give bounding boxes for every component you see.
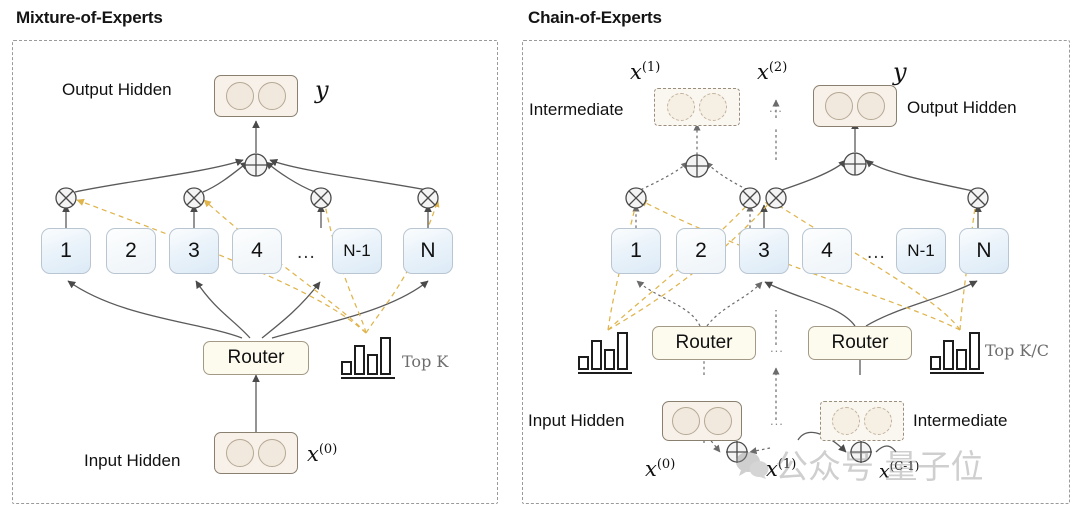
moe-output-hidden-box (214, 75, 298, 117)
barchart-bar (943, 340, 954, 370)
moe-input-math-label: x(0) (307, 442, 338, 466)
expert-label: 1 (630, 239, 642, 262)
barchart-baseline (930, 371, 984, 374)
coe-output-hidden-label: Output Hidden (907, 98, 1017, 117)
coe-expert-1[interactable]: 1 (611, 228, 661, 274)
barchart-baseline (341, 376, 395, 379)
hidden-dot (226, 439, 254, 467)
expert-label: 2 (695, 239, 707, 262)
moe-expert-1[interactable]: 1 (41, 228, 91, 274)
coe-top-ellipsis: ... (769, 100, 783, 115)
coe-x2-math-label: x(2) (757, 60, 788, 84)
router-label: Router (831, 332, 889, 353)
expert-label: 3 (758, 239, 770, 262)
moe-expert-4[interactable]: 4 (232, 228, 282, 274)
expert-label: 2 (125, 239, 137, 262)
coe-output-math-label: y (893, 58, 907, 86)
watermark: 公众号 量子位 (735, 440, 984, 488)
expert-label: N-1 (907, 241, 935, 260)
coe-topk-label: Top K/C (985, 341, 1049, 360)
coe-router-right[interactable]: Router (808, 326, 912, 360)
coe-expert-2[interactable]: 2 (676, 228, 726, 274)
expert-label: N-1 (343, 241, 371, 260)
moe-input-hidden-label: Input Hidden (84, 451, 181, 470)
coe-intermediate-bottom-box (820, 401, 904, 441)
coe-topk-barchart-icon-right (930, 330, 984, 374)
barchart-baseline (578, 371, 632, 374)
coe-expert-n-minus-1[interactable]: N-1 (896, 228, 946, 274)
coe-x1-math-label: x(1) (630, 60, 661, 84)
hidden-dot (857, 92, 885, 120)
router-label: Router (675, 332, 733, 353)
barchart-bar (604, 349, 615, 370)
wechat-icon (735, 449, 769, 479)
barchart-bar (367, 354, 378, 375)
coe-input-hidden-box (662, 401, 742, 441)
hidden-dot (226, 82, 254, 110)
moe-topk-barchart-icon (341, 335, 395, 379)
coe-intermediate-bottom-label: Intermediate (913, 411, 1008, 430)
expert-label: 1 (60, 239, 72, 262)
barchart-bar (930, 356, 941, 370)
moe-output-hidden-label: Output Hidden (62, 80, 172, 99)
coe-experts-ellipsis: ... (867, 242, 886, 263)
coe-router-left[interactable]: Router (652, 326, 756, 360)
moe-expert-2[interactable]: 2 (106, 228, 156, 274)
coe-expert-4[interactable]: 4 (802, 228, 852, 274)
moe-router[interactable]: Router (203, 341, 309, 375)
watermark-text: 公众号 量子位 (775, 447, 984, 486)
coe-expert-n[interactable]: N (959, 228, 1009, 274)
hidden-dot (832, 407, 860, 435)
moe-topk-label: Top K (402, 352, 449, 371)
barchart-bar (591, 340, 602, 370)
expert-label: N (976, 239, 992, 262)
barchart-bar (380, 337, 391, 375)
router-label: Router (227, 347, 285, 368)
hidden-dot (667, 93, 695, 121)
moe-experts-ellipsis: ... (297, 242, 316, 263)
barchart-bar (578, 356, 589, 370)
coe-expert-3[interactable]: 3 (739, 228, 789, 274)
panel-title-chain-of-experts: Chain-of-Experts (528, 8, 662, 27)
coe-mid-ellipsis: ... (770, 340, 784, 355)
coe-output-hidden-box (813, 85, 897, 127)
coe-intermediate-top-label: Intermediate (529, 100, 624, 119)
coe-x0-math-label: x(0) (645, 457, 676, 481)
hidden-dot (699, 93, 727, 121)
hidden-dot (825, 92, 853, 120)
barchart-bar (969, 332, 980, 370)
hidden-dot (258, 82, 286, 110)
barchart-bar (617, 332, 628, 370)
moe-expert-n[interactable]: N (403, 228, 453, 274)
moe-input-hidden-box (214, 432, 298, 474)
coe-bottom-ellipsis: ... (770, 413, 784, 428)
barchart-bar (354, 345, 365, 375)
expert-label: 4 (821, 239, 833, 262)
panel-title-mixture-of-experts: Mixture-of-Experts (16, 8, 163, 27)
hidden-dot (704, 407, 732, 435)
hidden-dot (258, 439, 286, 467)
coe-topk-barchart-icon-left (578, 330, 632, 374)
hidden-dot (672, 407, 700, 435)
moe-expert-n-minus-1[interactable]: N-1 (332, 228, 382, 274)
barchart-bar (341, 361, 352, 375)
expert-label: 3 (188, 239, 200, 262)
moe-output-math-label: y (315, 76, 329, 104)
hidden-dot (864, 407, 892, 435)
coe-input-hidden-label: Input Hidden (528, 411, 625, 430)
barchart-bar (956, 349, 967, 370)
expert-label: N (420, 239, 436, 262)
moe-expert-3[interactable]: 3 (169, 228, 219, 274)
expert-label: 4 (251, 239, 263, 262)
coe-intermediate-top-box (654, 88, 740, 126)
